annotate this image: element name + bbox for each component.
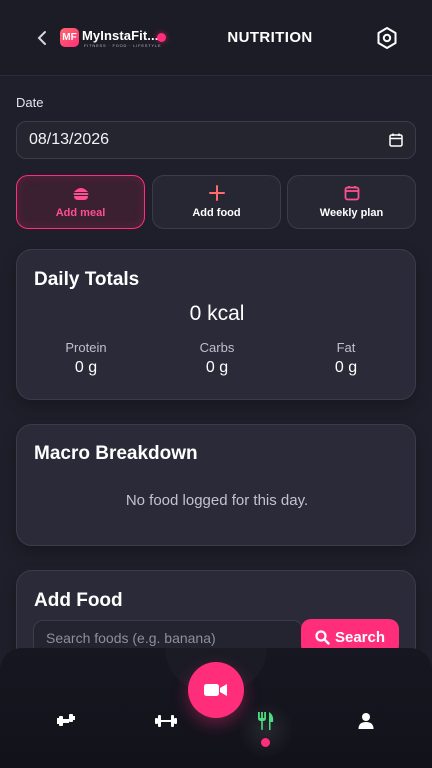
nav-nutrition[interactable]	[252, 707, 280, 735]
video-call-button[interactable]	[188, 662, 244, 718]
plus-icon	[208, 185, 225, 201]
add-meal-label: Add meal	[55, 207, 106, 219]
active-tab-indicator	[261, 738, 270, 747]
kcal-value: 0 kcal	[189, 302, 245, 325]
fat-stat: Fat 0 g	[286, 340, 406, 377]
fork-knife-icon	[258, 712, 274, 730]
search-icon	[315, 629, 330, 645]
add-meal-button[interactable]: Add meal	[16, 175, 145, 229]
page-title: NUTRITION	[227, 29, 313, 46]
protein-stat: Protein 0 g	[26, 340, 146, 377]
add-food-label: Add food	[192, 207, 241, 219]
fat-value: 0 g	[334, 359, 358, 376]
protein-label: Protein	[65, 340, 107, 355]
date-input[interactable]: 08/13/2026	[16, 121, 416, 159]
macro-breakdown-card: Macro Breakdown No food logged for this …	[16, 424, 416, 546]
burger-icon	[73, 188, 88, 200]
calendar-icon	[344, 186, 359, 201]
weekly-plan-label: Weekly plan	[319, 207, 384, 219]
user-icon	[358, 713, 374, 729]
daily-totals-title: Daily Totals	[34, 269, 140, 290]
protein-value: 0 g	[74, 359, 98, 376]
add-food-button[interactable]: Add food	[152, 175, 281, 229]
date-value: 08/13/2026	[29, 131, 110, 148]
video-camera-icon	[204, 684, 227, 696]
nav-profile[interactable]	[352, 707, 380, 735]
carbs-stat: Carbs 0 g	[157, 340, 277, 377]
nav-exercises[interactable]	[152, 707, 180, 735]
fat-label: Fat	[336, 340, 356, 355]
weekly-plan-button[interactable]: Weekly plan	[287, 175, 416, 229]
daily-totals-card: Daily Totals 0 kcal Protein 0 g Carbs 0 …	[16, 249, 416, 400]
empty-state-text: No food logged for this day.	[125, 492, 309, 509]
app-header: MF MyInstaFit... FITNESS · FOOD · LIFEST…	[0, 0, 432, 76]
carbs-value: 0 g	[205, 359, 229, 376]
carbs-label: Carbs	[199, 340, 235, 355]
macro-breakdown-title: Macro Breakdown	[34, 443, 198, 464]
settings-hexagon-icon	[377, 27, 397, 49]
date-label: Date	[16, 95, 44, 110]
add-food-title: Add Food	[34, 590, 123, 611]
calendar-icon[interactable]	[389, 133, 403, 147]
dumbbell-icon	[155, 715, 177, 727]
workout-icon	[57, 714, 75, 726]
nav-workout[interactable]	[53, 707, 81, 735]
search-button-label: Search	[334, 628, 386, 646]
settings-button[interactable]	[375, 26, 399, 50]
